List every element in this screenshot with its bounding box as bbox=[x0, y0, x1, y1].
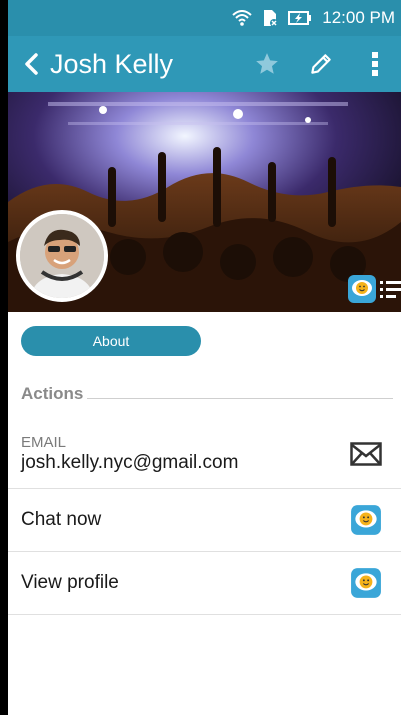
more-options-button[interactable] bbox=[357, 46, 393, 82]
list-view-icon[interactable] bbox=[379, 278, 401, 302]
contact-name-title: Josh Kelly bbox=[50, 48, 174, 79]
more-vert-icon bbox=[372, 52, 378, 76]
about-button[interactable]: About bbox=[21, 326, 201, 356]
section-title: Actions bbox=[21, 384, 84, 403]
status-time: 12:00 PM bbox=[322, 8, 395, 27]
avatar[interactable] bbox=[16, 210, 108, 302]
email-row[interactable]: EMAIL josh.kelly.nyc@gmail.com bbox=[8, 420, 401, 489]
contact-screen: 12:00 PM Josh Kelly About Actions EMAIL … bbox=[8, 0, 401, 715]
chat-now-label: Chat now bbox=[21, 509, 102, 530]
view-profile-row[interactable]: View profile bbox=[8, 552, 401, 615]
chat-bubble-icon[interactable] bbox=[349, 566, 383, 600]
email-value: josh.kelly.nyc@gmail.com bbox=[21, 452, 239, 473]
back-arrow-icon bbox=[25, 53, 38, 75]
section-divider bbox=[87, 397, 393, 399]
star-icon bbox=[256, 53, 278, 74]
status-bar: 12:00 PM bbox=[8, 0, 401, 36]
app-bar: Josh Kelly bbox=[8, 36, 401, 92]
actions-section-header: Actions bbox=[21, 384, 393, 404]
battery-charging-icon bbox=[288, 11, 312, 25]
chat-bubble-icon[interactable] bbox=[349, 503, 383, 537]
back-button[interactable] bbox=[14, 36, 48, 92]
sim-card-icon bbox=[262, 9, 279, 27]
favorite-button[interactable] bbox=[249, 46, 285, 82]
email-label: EMAIL bbox=[21, 434, 67, 451]
view-profile-label: View profile bbox=[21, 572, 119, 593]
edit-pencil-icon bbox=[311, 54, 331, 74]
chat-now-row[interactable]: Chat now bbox=[8, 489, 401, 552]
chat-bubble-icon[interactable] bbox=[347, 274, 377, 304]
mail-icon[interactable] bbox=[349, 437, 383, 471]
edit-button[interactable] bbox=[303, 46, 339, 82]
left-edge-bezel bbox=[0, 0, 8, 715]
cover-photo bbox=[8, 92, 401, 312]
avatar-photo bbox=[20, 214, 104, 298]
wifi-icon bbox=[232, 10, 252, 26]
